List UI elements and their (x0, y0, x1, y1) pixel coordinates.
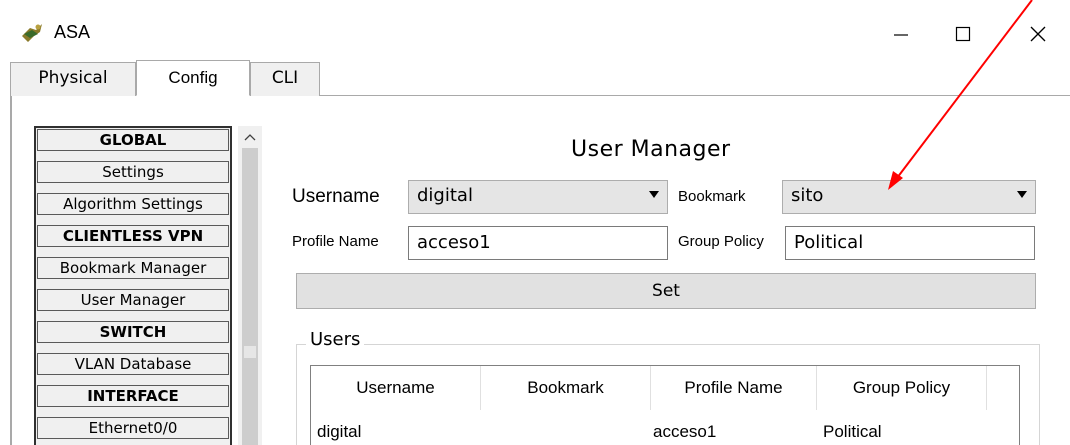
tab-bar: Physical Config CLI (10, 60, 1070, 96)
username-label: Username (292, 186, 380, 207)
scroll-up-button[interactable] (238, 126, 262, 148)
column-header-username[interactable]: Username (311, 366, 481, 410)
sidebar-scrollbar[interactable] (238, 126, 262, 445)
column-header-bookmark[interactable]: Bookmark (481, 366, 651, 410)
sidebar-header-global: GLOBAL (37, 129, 229, 151)
panel-border (10, 96, 12, 445)
users-legend: Users (306, 329, 365, 350)
config-sidebar: GLOBAL Settings Algorithm Settings CLIEN… (34, 126, 232, 445)
group-policy-label: Group Policy (678, 233, 764, 250)
bookmark-select[interactable]: sito (782, 180, 1036, 214)
maximize-button[interactable] (940, 14, 986, 54)
table-cell-username[interactable]: digital (317, 422, 361, 442)
sidebar-header-clientless-vpn: CLIENTLESS VPN (37, 225, 229, 247)
sidebar-item-vlan-database[interactable]: VLAN Database (37, 353, 229, 375)
sidebar-item-ethernet0-0[interactable]: Ethernet0/0 (37, 417, 229, 439)
close-icon (1030, 26, 1046, 42)
sidebar-header-switch: SWITCH (37, 321, 229, 343)
tab-config[interactable]: Config (136, 60, 250, 96)
chevron-up-icon (244, 134, 256, 141)
sidebar-item-settings[interactable]: Settings (37, 161, 229, 183)
tab-physical[interactable]: Physical (10, 62, 136, 96)
title-bar: ASA (0, 0, 1070, 62)
tab-cli[interactable]: CLI (250, 62, 320, 96)
bookmark-select-value: sito (791, 185, 824, 206)
app-icon (20, 22, 44, 44)
column-header-profile-name[interactable]: Profile Name (651, 366, 817, 410)
set-button[interactable]: Set (296, 273, 1036, 309)
table-cell-group-policy[interactable]: Political (823, 422, 882, 442)
profile-name-label: Profile Name (292, 233, 379, 250)
profile-name-input[interactable]: acceso1 (408, 226, 668, 260)
page-title: User Manager (571, 137, 731, 162)
window-title: ASA (54, 22, 91, 42)
bookmark-label: Bookmark (678, 188, 746, 205)
maximize-icon (955, 26, 971, 42)
sidebar-item-user-manager[interactable]: User Manager (37, 289, 229, 311)
scroll-grip (244, 346, 256, 358)
dropdown-arrow-icon (649, 191, 659, 198)
sidebar-header-interface: INTERFACE (37, 385, 229, 407)
username-select-value: digital (417, 185, 473, 206)
group-policy-input[interactable]: Political (785, 226, 1035, 260)
sidebar-item-bookmark-manager[interactable]: Bookmark Manager (37, 257, 229, 279)
username-select[interactable]: digital (408, 180, 668, 214)
table-cell-profile-name[interactable]: acceso1 (653, 422, 716, 442)
users-table: Username Bookmark Profile Name Group Pol… (310, 365, 1020, 445)
close-button[interactable] (1015, 14, 1061, 54)
minimize-icon (894, 34, 908, 36)
sidebar-item-algorithm-settings[interactable]: Algorithm Settings (37, 193, 229, 215)
scroll-thumb[interactable] (242, 148, 258, 445)
column-header-group-policy[interactable]: Group Policy (817, 366, 987, 410)
minimize-button[interactable] (878, 14, 924, 54)
dropdown-arrow-icon (1017, 191, 1027, 198)
